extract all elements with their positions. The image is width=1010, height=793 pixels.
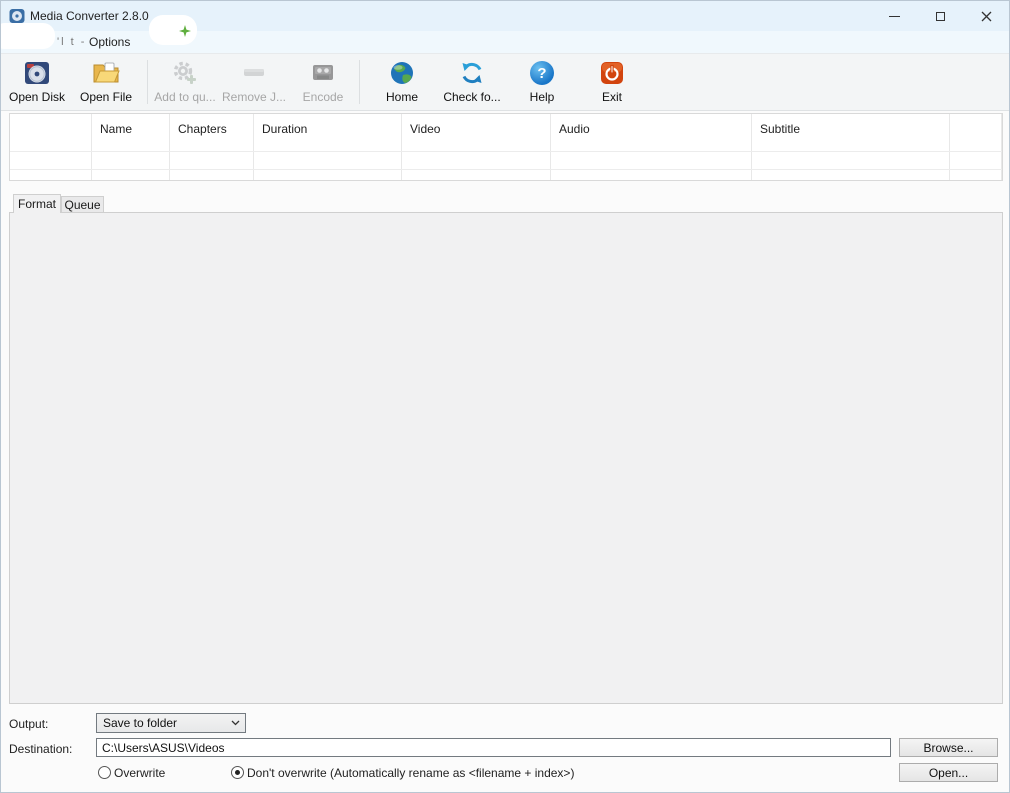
globe-icon: [389, 58, 415, 88]
toolbar-label: Encode: [303, 90, 344, 104]
render-artifact-text: 'l t -: [57, 36, 86, 48]
close-icon: [981, 11, 992, 22]
table-header-divider: [10, 151, 1002, 152]
toolbar-home-button[interactable]: Home: [373, 56, 431, 108]
format-tab-page: [9, 212, 1003, 704]
menu-options[interactable]: Options: [85, 35, 134, 49]
power-icon: [600, 58, 624, 88]
toolbar-label: Check fo...: [443, 90, 500, 104]
toolbar-label: Help: [530, 90, 555, 104]
chevron-down-icon: [231, 720, 240, 726]
toolbar-exit-button[interactable]: Exit: [589, 56, 635, 108]
toolbar-open-file-button[interactable]: Open File: [75, 56, 137, 108]
toolbar-label: Home: [386, 90, 418, 104]
minimize-button[interactable]: [871, 1, 917, 31]
column-header-video[interactable]: Video: [402, 114, 551, 180]
overwrite-label: Overwrite: [114, 766, 165, 780]
toolbar-add-to-queue-button[interactable]: Add to qu...: [153, 56, 217, 108]
app-window: Media Converter 2.8.0 'l t - Options: [0, 0, 1010, 793]
toolbar-remove-job-button[interactable]: Remove J...: [222, 56, 286, 108]
refresh-icon: [459, 58, 485, 88]
output-label: Output:: [9, 717, 48, 731]
toolbar-encode-button[interactable]: Encode: [295, 56, 351, 108]
toolbar-separator: [147, 60, 148, 104]
disc-icon: [24, 58, 50, 88]
gear-plus-icon: [172, 58, 198, 88]
toolbar-label: Remove J...: [222, 90, 286, 104]
caption-buttons: [871, 1, 1009, 31]
toolbar-help-button[interactable]: ? Help: [519, 56, 565, 108]
browse-button[interactable]: Browse...: [899, 738, 998, 757]
toolbar-open-disk-button[interactable]: Open Disk: [5, 56, 69, 108]
column-header-audio[interactable]: Audio: [551, 114, 752, 180]
dont-overwrite-radio[interactable]: [231, 766, 244, 779]
open-button[interactable]: Open...: [899, 763, 998, 782]
capture-artifact-blob: [0, 23, 55, 49]
toolbar-label: Add to qu...: [154, 90, 215, 104]
maximize-icon: [936, 12, 945, 21]
encode-icon: [311, 58, 335, 88]
tab-queue[interactable]: Queue: [61, 196, 104, 212]
column-header-select[interactable]: [10, 114, 92, 180]
toolbar: Open Disk Open File: [1, 53, 1009, 111]
toolbar-label: Exit: [602, 90, 622, 104]
column-header-subtitle[interactable]: Subtitle: [752, 114, 950, 180]
maximize-button[interactable]: [917, 1, 963, 31]
tab-format[interactable]: Format: [13, 194, 61, 213]
table-row-divider: [10, 169, 1002, 170]
destination-input[interactable]: [96, 738, 891, 757]
column-header-spacer: [950, 114, 1002, 180]
toolbar-check-updates-button[interactable]: Check fo...: [439, 56, 505, 108]
column-header-chapters[interactable]: Chapters: [170, 114, 254, 180]
window-title: Media Converter 2.8.0: [30, 9, 149, 23]
toolbar-separator: [359, 60, 360, 104]
destination-label: Destination:: [9, 742, 72, 756]
toolbar-label: Open File: [80, 90, 132, 104]
column-header-name[interactable]: Name: [92, 114, 170, 180]
close-button[interactable]: [963, 1, 1009, 31]
open-folder-icon: [92, 58, 120, 88]
output-mode-combobox[interactable]: Save to folder: [96, 713, 246, 733]
help-icon: ?: [530, 58, 554, 88]
remove-icon: [241, 58, 267, 88]
column-header-duration[interactable]: Duration: [254, 114, 402, 180]
capture-artifact-sparkle-icon: [179, 25, 191, 40]
output-mode-value: Save to folder: [103, 716, 177, 730]
toolbar-label: Open Disk: [9, 90, 65, 104]
minimize-icon: [889, 16, 900, 17]
dont-overwrite-label: Don't overwrite (Automatically rename as…: [247, 766, 574, 780]
overwrite-radio[interactable]: [98, 766, 111, 779]
media-list-table: Name Chapters Duration Video Audio Subti…: [9, 113, 1003, 181]
